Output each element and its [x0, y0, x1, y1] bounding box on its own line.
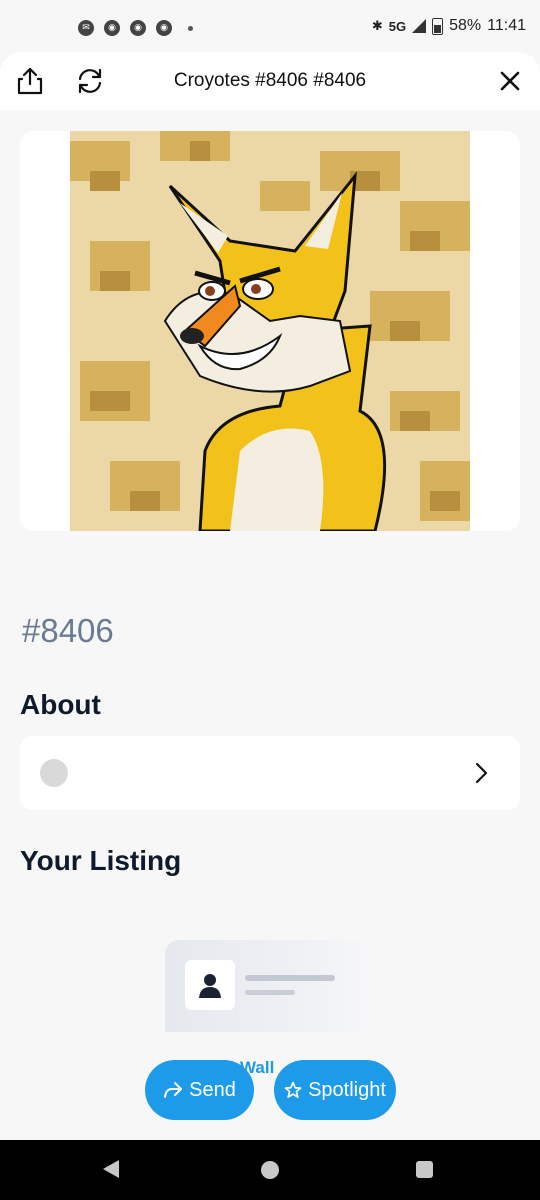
more-notifications-dot [188, 25, 193, 31]
messenger-icon: ✉ [78, 20, 94, 36]
listing-heading: Your Listing [20, 845, 182, 876]
collection-avatar [40, 759, 68, 787]
close-icon [500, 71, 520, 91]
notification-icons: ✉ ◉ ◉ ◉ [78, 20, 193, 36]
close-button[interactable] [494, 65, 526, 97]
status-bar: ✉ ◉ ◉ ◉ ✱ 5G 58% 11:41 [0, 0, 540, 58]
refresh-icon [78, 68, 102, 94]
nft-image-card[interactable] [20, 131, 520, 531]
signal-icon [412, 19, 427, 33]
system-nav-bar [0, 1140, 540, 1200]
discord-icon: ◉ [104, 20, 120, 36]
user-icon [185, 960, 235, 1010]
listing-illustration [165, 940, 375, 1032]
nft-image [70, 131, 470, 531]
refresh-button[interactable] [74, 65, 106, 97]
back-icon[interactable] [103, 1160, 119, 1178]
battery-icon [432, 17, 444, 35]
placeholder-line [245, 990, 295, 995]
spotlight-label: Spotlight [308, 1078, 386, 1101]
battery-percent: 58% [449, 17, 482, 34]
send-label: Send [189, 1078, 236, 1101]
discord-icon: ◉ [130, 20, 146, 36]
bluetooth-icon: ✱ [371, 18, 383, 34]
token-id: #8406 [22, 612, 114, 649]
network-type: 5G [388, 18, 407, 34]
chevron-right-icon [475, 762, 488, 784]
share-icon [17, 67, 43, 95]
system-status: ✱ 5G 58% 11:41 [372, 17, 526, 35]
send-icon [164, 1082, 183, 1098]
collection-row[interactable] [20, 736, 520, 810]
spotlight-button[interactable]: Spotlight [274, 1060, 396, 1120]
discord-icon: ◉ [156, 20, 172, 36]
clock: 11:41 [487, 17, 526, 34]
placeholder-line [245, 975, 335, 981]
page-title: Croyotes #8406 #8406 [173, 70, 367, 91]
about-heading: About [20, 689, 101, 720]
top-bar: Croyotes #8406 #8406 [0, 52, 540, 110]
share-button[interactable] [14, 65, 46, 97]
recent-apps-icon[interactable] [416, 1161, 433, 1178]
send-button[interactable]: Send [145, 1060, 254, 1120]
star-icon [284, 1081, 302, 1098]
home-icon[interactable] [261, 1161, 279, 1179]
